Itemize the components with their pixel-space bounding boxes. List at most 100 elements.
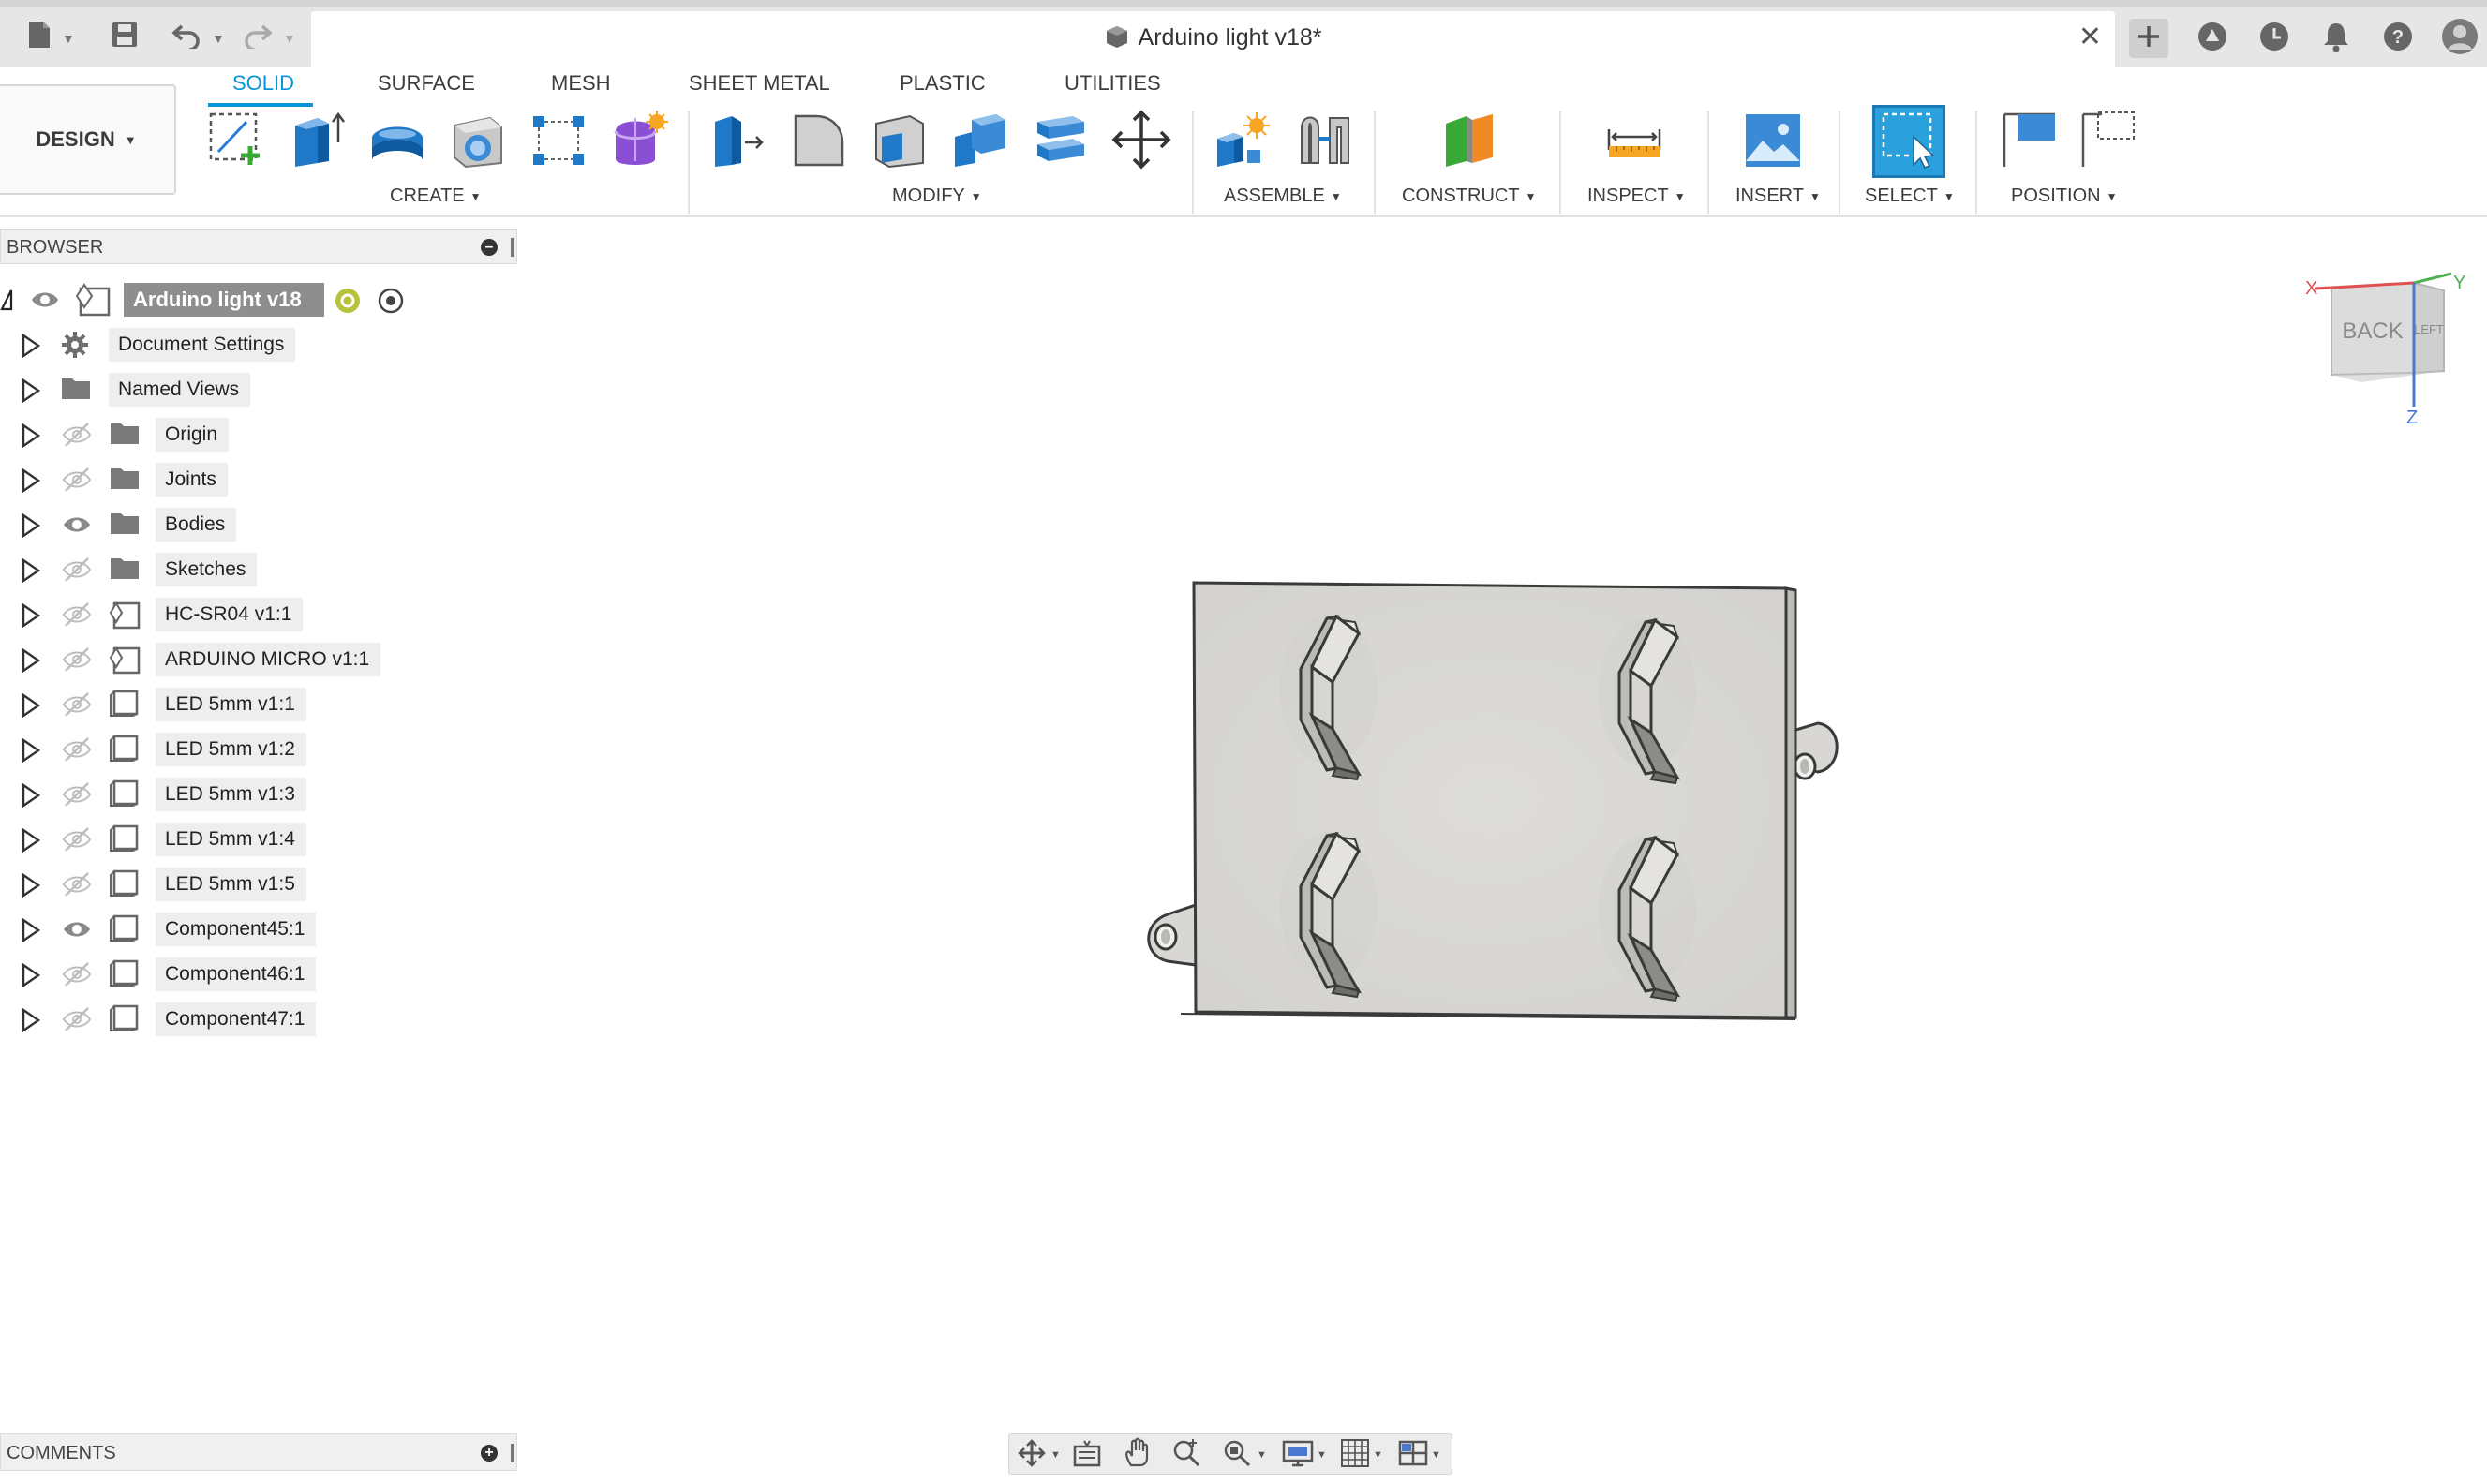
revolve-button[interactable]	[364, 109, 431, 174]
comments-panel-header[interactable]: COMMENTS +	[0, 1433, 517, 1471]
combine-button[interactable]	[946, 109, 1014, 174]
viewports-button[interactable]: ▼	[1397, 1438, 1441, 1472]
expand-triangle-icon[interactable]	[21, 917, 41, 943]
position-group-label[interactable]: POSITION ▼	[2011, 186, 2117, 207]
close-tab-icon[interactable]: ✕	[2078, 21, 2102, 53]
browser-item-named-views[interactable]: Named Views	[0, 367, 525, 412]
tab-surface[interactable]: SURFACE	[378, 71, 475, 103]
orbit-button[interactable]: ▼	[1015, 1438, 1061, 1472]
collapse-panel-icon[interactable]: –	[481, 239, 498, 256]
browser-item-origin[interactable]: Origin	[0, 412, 525, 457]
extensions-button[interactable]	[2193, 19, 2232, 58]
expand-triangle-icon[interactable]	[21, 827, 41, 853]
browser-item-component47-1[interactable]: Component47:1	[0, 997, 525, 1042]
insert-canvas-button[interactable]	[1739, 109, 1807, 174]
eye-hidden-icon[interactable]	[62, 871, 92, 898]
browser-root-node[interactable]: Arduino light v18	[0, 277, 525, 322]
offset-plane-button[interactable]	[1436, 109, 1503, 174]
browser-item-led-5mm-v1-2[interactable]: LED 5mm v1:2	[0, 727, 525, 772]
create-group-label[interactable]: CREATE ▼	[390, 186, 482, 207]
fit-button[interactable]: ▼	[1221, 1438, 1267, 1472]
inspect-group-label[interactable]: INSPECT ▼	[1587, 186, 1686, 207]
expand-triangle-icon[interactable]	[21, 378, 41, 404]
construct-group-label[interactable]: CONSTRUCT ▼	[1402, 186, 1536, 207]
notifications-button[interactable]	[2316, 19, 2356, 58]
eye-hidden-icon[interactable]	[62, 422, 92, 448]
capture-position-button[interactable]	[1996, 109, 2063, 174]
eye-hidden-icon[interactable]	[62, 961, 92, 987]
undo-button[interactable]: ▼	[171, 17, 225, 60]
collapse-triangle-icon[interactable]	[0, 289, 13, 316]
3d-model-plate[interactable]	[1124, 562, 1855, 1031]
tab-solid[interactable]: SOLID	[232, 71, 294, 103]
browser-item-led-5mm-v1-4[interactable]: LED 5mm v1:4	[0, 817, 525, 862]
assemble-group-label[interactable]: ASSEMBLE ▼	[1224, 186, 1342, 207]
expand-triangle-icon[interactable]	[21, 692, 41, 719]
browser-item-led-5mm-v1-3[interactable]: LED 5mm v1:3	[0, 772, 525, 817]
browser-item-document-settings[interactable]: Document Settings	[0, 322, 525, 367]
job-status-button[interactable]	[2255, 19, 2294, 58]
new-component-button[interactable]	[1209, 109, 1276, 174]
eye-hidden-icon[interactable]	[62, 467, 92, 493]
eye-hidden-icon[interactable]	[62, 601, 92, 628]
eye-hidden-icon[interactable]	[62, 1006, 92, 1032]
user-account-button[interactable]	[2440, 18, 2480, 58]
add-comment-icon[interactable]: +	[481, 1445, 498, 1462]
browser-item-bodies[interactable]: Bodies	[0, 502, 525, 547]
browser-item-led-5mm-v1-1[interactable]: LED 5mm v1:1	[0, 682, 525, 727]
browser-item-sketches[interactable]: Sketches	[0, 547, 525, 592]
eye-hidden-icon[interactable]	[62, 781, 92, 808]
extrude-button[interactable]	[283, 109, 350, 174]
eye-hidden-icon[interactable]	[62, 691, 92, 718]
browser-item-component45-1[interactable]: Component45:1	[0, 907, 525, 952]
look-at-button[interactable]	[1071, 1438, 1103, 1472]
joint-button[interactable]	[1291, 109, 1359, 174]
browser-item-hc-sr04-v1-1[interactable]: HC-SR04 v1:1	[0, 592, 525, 637]
offset-face-button[interactable]	[1027, 109, 1095, 174]
tab-utilities[interactable]: UTILITIES	[1065, 71, 1161, 103]
shell-button[interactable]	[866, 109, 933, 174]
eye-visible-icon[interactable]	[30, 287, 60, 313]
browser-item-component46-1[interactable]: Component46:1	[0, 952, 525, 997]
insert-group-label[interactable]: INSERT ▼	[1735, 186, 1821, 207]
tab-plastic[interactable]: PLASTIC	[900, 71, 986, 103]
document-tab[interactable]: Arduino light v18* ✕	[311, 11, 2115, 67]
workspace-switcher[interactable]: DESIGN ▼	[0, 84, 176, 195]
eye-visible-icon[interactable]	[62, 916, 92, 942]
eye-hidden-icon[interactable]	[62, 826, 92, 853]
grid-settings-button[interactable]: ▼	[1339, 1438, 1383, 1472]
panel-resize-grip[interactable]	[511, 1444, 514, 1462]
plate-face[interactable]	[1192, 581, 1788, 1019]
hole-button[interactable]	[444, 109, 512, 174]
measure-button[interactable]	[1601, 109, 1668, 174]
eye-hidden-icon[interactable]	[62, 646, 92, 673]
view-cube[interactable]: BACK LEFT X Y Z	[2305, 272, 2483, 431]
browser-item-joints[interactable]: Joints	[0, 457, 525, 502]
help-button[interactable]: ?	[2378, 19, 2418, 58]
new-tab-button[interactable]	[2129, 19, 2168, 58]
create-sketch-button[interactable]	[202, 109, 270, 174]
pan-button[interactable]	[1122, 1437, 1154, 1472]
tab-mesh[interactable]: MESH	[551, 71, 611, 103]
expand-triangle-icon[interactable]	[21, 333, 41, 359]
activate-radio-icon[interactable]	[377, 287, 405, 314]
expand-triangle-icon[interactable]	[21, 423, 41, 449]
expand-triangle-icon[interactable]	[21, 1007, 41, 1033]
expand-triangle-icon[interactable]	[21, 602, 41, 629]
expand-triangle-icon[interactable]	[21, 647, 41, 674]
redo-button[interactable]: ▼	[242, 17, 296, 60]
press-pull-button[interactable]	[705, 109, 772, 174]
fillet-button[interactable]	[785, 109, 853, 174]
save-button[interactable]	[111, 17, 139, 60]
expand-triangle-icon[interactable]	[21, 872, 41, 898]
panel-resize-grip[interactable]	[511, 238, 514, 257]
display-settings-button[interactable]: ▼	[1281, 1438, 1327, 1472]
revert-position-button[interactable]	[2075, 109, 2142, 174]
expand-triangle-icon[interactable]	[21, 962, 41, 988]
create-form-button[interactable]	[605, 109, 673, 174]
browser-item-arduino-micro-v1-1[interactable]: ARDUINO MICRO v1:1	[0, 637, 525, 682]
select-button[interactable]	[1872, 105, 1945, 178]
modify-group-label[interactable]: MODIFY ▼	[892, 186, 982, 207]
browser-panel-header[interactable]: BROWSER –	[0, 229, 517, 264]
zoom-window-button[interactable]	[1170, 1438, 1202, 1472]
